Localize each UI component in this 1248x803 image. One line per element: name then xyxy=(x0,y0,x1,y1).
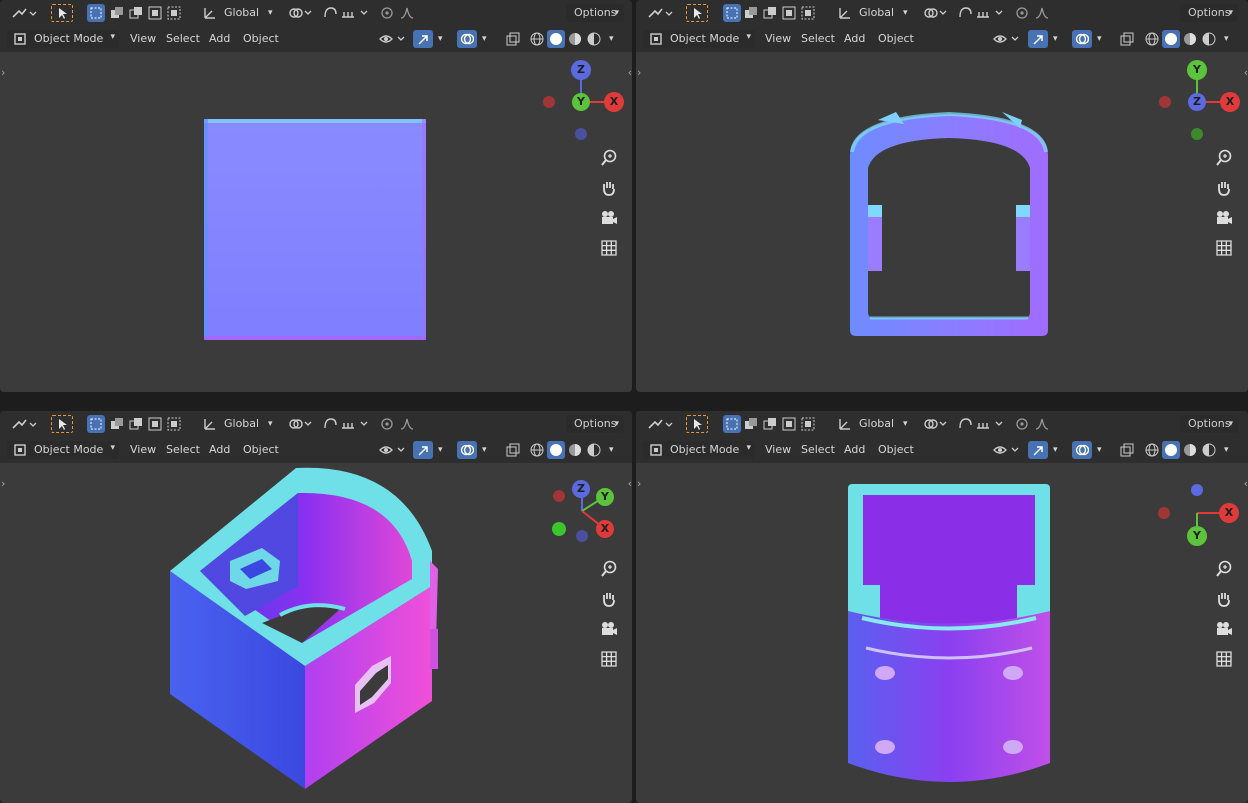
viewport-perspective[interactable]: Global ▾ Options ▾ Object Mode ▾ View Sel… xyxy=(0,411,632,803)
gizmo-axis-bottom[interactable]: Y xyxy=(1187,526,1207,546)
gizmo-axis-center[interactable]: Z xyxy=(1188,93,1206,111)
pan-hand-icon[interactable] xyxy=(1213,589,1235,609)
grid-icon[interactable] xyxy=(1213,649,1235,669)
quad-view: Global ▾ Options ▾ Object Mode ▾ View Sel… xyxy=(0,0,1248,803)
pan-hand-icon[interactable] xyxy=(598,178,620,198)
grid-icon[interactable] xyxy=(598,649,620,669)
viewport-bottom[interactable]: Global ▾ Options ▾ Object Mode ▾ View Sel… xyxy=(636,411,1248,803)
navigation-gizmo[interactable] xyxy=(636,411,1248,803)
gizmo-axis-right[interactable]: X xyxy=(1219,503,1239,523)
gizmo-axis-top[interactable]: Z xyxy=(572,480,590,498)
gizmo-axis-right[interactable]: X xyxy=(596,520,614,538)
camera-icon[interactable] xyxy=(1213,619,1235,639)
viewport-front[interactable]: Global ▾ Options ▾ Object Mode ▾ View Sel… xyxy=(0,0,632,392)
gizmo-axis-right[interactable]: X xyxy=(604,92,624,112)
zoom-icon[interactable] xyxy=(598,148,620,168)
camera-icon[interactable] xyxy=(1213,208,1235,228)
grid-icon[interactable] xyxy=(598,238,620,258)
camera-icon[interactable] xyxy=(598,619,620,639)
pan-hand-icon[interactable] xyxy=(1213,178,1235,198)
gizmo-axis-center[interactable]: Y xyxy=(596,488,614,506)
gizmo-axis-center[interactable]: Y xyxy=(572,93,590,111)
zoom-icon[interactable] xyxy=(1213,559,1235,579)
navigation-gizmo[interactable] xyxy=(0,411,632,803)
zoom-icon[interactable] xyxy=(598,559,620,579)
gizmo-axis-top[interactable]: Y xyxy=(1187,60,1207,80)
viewport-top[interactable]: Global ▾ Options ▾ Object Mode ▾ View Sel… xyxy=(636,0,1248,392)
gizmo-axis-top[interactable]: Z xyxy=(571,60,591,80)
camera-icon[interactable] xyxy=(598,208,620,228)
navigation-gizmo[interactable] xyxy=(0,0,632,392)
grid-icon[interactable] xyxy=(1213,238,1235,258)
pan-hand-icon[interactable] xyxy=(598,589,620,609)
navigation-gizmo[interactable] xyxy=(636,0,1248,392)
zoom-icon[interactable] xyxy=(1213,148,1235,168)
gizmo-axis-right[interactable]: X xyxy=(1220,92,1240,112)
